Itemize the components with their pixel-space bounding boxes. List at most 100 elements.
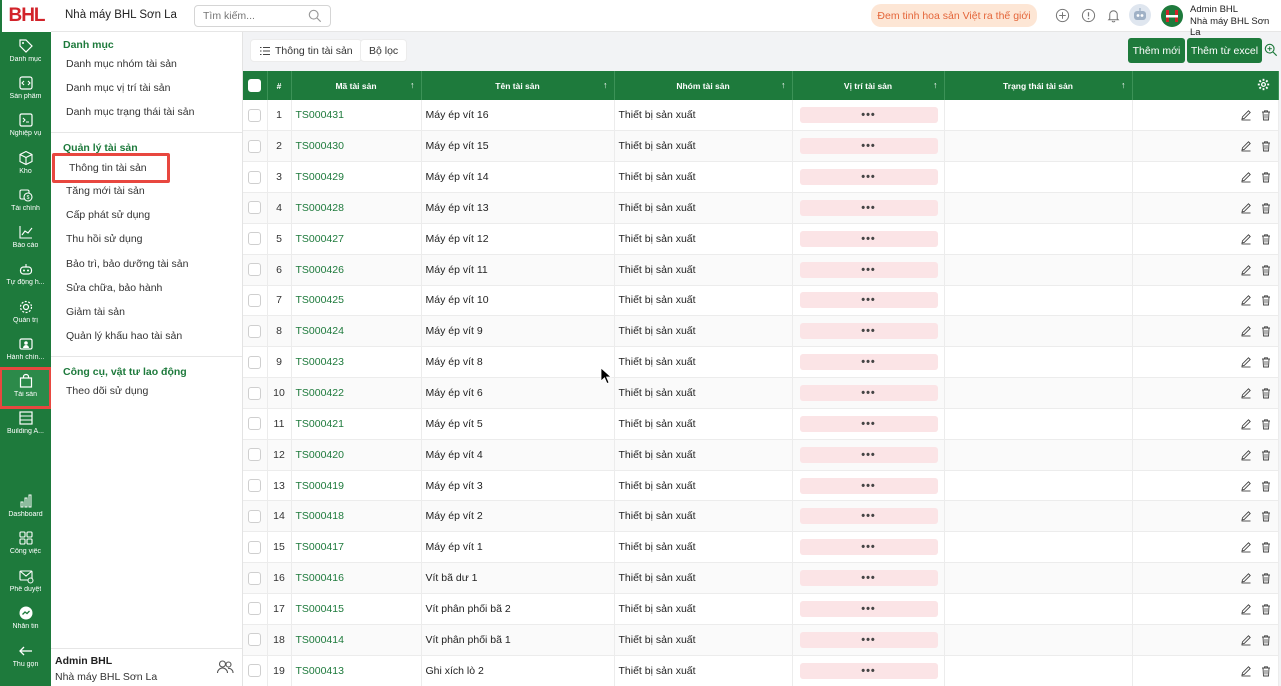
trash-icon[interactable]: [1260, 140, 1272, 152]
trash-icon[interactable]: [1260, 387, 1272, 399]
table-row[interactable]: 13 TS000419 Máy ép vít 3 Thiết bị sản xuất •…: [243, 470, 1279, 502]
location-pill[interactable]: •••: [799, 323, 938, 340]
asset-code-link[interactable]: TS000430: [291, 130, 422, 163]
asset-code-link[interactable]: TS000414: [291, 624, 422, 656]
row-select-cell[interactable]: [243, 562, 268, 594]
edit-icon[interactable]: [1240, 572, 1252, 584]
row-checkbox[interactable]: [248, 324, 262, 338]
location-pill[interactable]: •••: [799, 477, 938, 494]
search-icon[interactable]: [308, 9, 322, 23]
rail-item-grid[interactable]: Công việc: [2, 527, 49, 563]
asset-code-link[interactable]: TS000416: [291, 562, 422, 594]
asset-code-link[interactable]: TS000429: [291, 161, 422, 194]
row-select-cell[interactable]: [243, 500, 268, 533]
sort-arrow-icon[interactable]: ↑: [1121, 80, 1126, 90]
row-select-cell[interactable]: [243, 377, 268, 409]
zoom-in-icon[interactable]: [1264, 43, 1278, 57]
col-code[interactable]: Mã tài sản ↑: [291, 71, 422, 100]
row-checkbox[interactable]: [248, 602, 262, 616]
asset-code-link[interactable]: TS000428: [291, 192, 422, 224]
trash-icon[interactable]: [1260, 572, 1272, 584]
edit-icon[interactable]: [1240, 171, 1252, 183]
asset-code-link[interactable]: TS000422: [291, 377, 422, 409]
location-pill[interactable]: •••: [799, 508, 938, 525]
row-checkbox[interactable]: [248, 479, 262, 493]
location-pill[interactable]: •••: [799, 631, 938, 648]
rail-item-mail-check[interactable]: Phê duyệt: [2, 565, 49, 601]
edit-icon[interactable]: [1240, 418, 1252, 430]
table-row[interactable]: 1 TS000431 Máy ép vít 16 Thiết bị sản xuất •…: [243, 100, 1279, 132]
row-checkbox[interactable]: [248, 170, 262, 184]
nav-link[interactable]: Danh mục trạng thái tài sản: [66, 106, 194, 118]
asset-code-link[interactable]: TS000420: [291, 439, 422, 471]
trash-icon[interactable]: [1260, 356, 1272, 368]
asset-code-link[interactable]: TS000425: [291, 285, 422, 317]
edit-icon[interactable]: [1240, 109, 1252, 121]
edit-icon[interactable]: [1240, 634, 1252, 646]
edit-icon[interactable]: [1240, 510, 1252, 522]
rail-item-finance[interactable]: $ Tài chính: [2, 184, 49, 220]
table-row[interactable]: 12 TS000420 Máy ép vít 4 Thiết bị sản xuất •…: [243, 439, 1279, 471]
asset-code-link[interactable]: TS000427: [291, 223, 422, 255]
add-new-button[interactable]: Thêm mới: [1128, 38, 1185, 63]
nav-link[interactable]: Tăng mới tài sản: [66, 185, 145, 197]
col-group[interactable]: Nhóm tài sản ↑: [614, 71, 793, 100]
import-excel-button[interactable]: Thêm từ excel: [1187, 38, 1262, 63]
nav-link[interactable]: Danh mục vị trí tài sản: [66, 82, 170, 94]
col-settings[interactable]: [1132, 71, 1279, 100]
trash-icon[interactable]: [1260, 541, 1272, 553]
edit-icon[interactable]: [1240, 387, 1252, 399]
location-pill[interactable]: •••: [799, 107, 938, 124]
location-pill[interactable]: •••: [799, 199, 938, 216]
nav-link[interactable]: Thu hồi sử dụng: [66, 233, 143, 245]
trash-icon[interactable]: [1260, 449, 1272, 461]
table-row[interactable]: 4 TS000428 Máy ép vít 13 Thiết bị sản xuất •…: [243, 192, 1279, 224]
row-checkbox[interactable]: [248, 386, 262, 400]
trash-icon[interactable]: [1260, 264, 1272, 276]
nav-link[interactable]: Giảm tài sản: [66, 306, 125, 318]
rail-item-id-card[interactable]: Hành chín...: [2, 333, 49, 369]
location-pill[interactable]: •••: [799, 261, 938, 278]
row-checkbox[interactable]: [248, 448, 262, 462]
select-all-cell[interactable]: [243, 71, 268, 100]
nav-link[interactable]: Danh mục nhóm tài sản: [66, 58, 177, 70]
row-select-cell[interactable]: [243, 100, 268, 132]
trash-icon[interactable]: [1260, 418, 1272, 430]
location-pill[interactable]: •••: [799, 539, 938, 556]
table-row[interactable]: 6 TS000426 Máy ép vít 11 Thiết bị sản xuất •…: [243, 254, 1279, 286]
rail-item-robot[interactable]: Tự động h...: [2, 258, 49, 294]
row-select-cell[interactable]: [243, 408, 268, 440]
table-row[interactable]: 16 TS000416 Vít bã dư 1 Thiết bị sản xuất ••…: [243, 562, 1279, 594]
row-checkbox[interactable]: [248, 509, 262, 523]
rail-item-tag[interactable]: Danh mục: [2, 35, 49, 71]
row-select-cell[interactable]: [243, 254, 268, 286]
row-select-cell[interactable]: [243, 624, 268, 656]
trash-icon[interactable]: [1260, 480, 1272, 492]
table-row[interactable]: 15 TS000417 Máy ép vít 1 Thiết bị sản xuất •…: [243, 531, 1279, 564]
table-row[interactable]: 3 TS000429 Máy ép vít 14 Thiết bị sản xuất •…: [243, 161, 1279, 194]
asset-code-link[interactable]: TS000423: [291, 346, 422, 379]
row-select-cell[interactable]: [243, 223, 268, 255]
col-name[interactable]: Tên tài sản ↑: [421, 71, 615, 100]
row-checkbox[interactable]: [248, 232, 262, 246]
sort-arrow-icon[interactable]: ↑: [410, 80, 415, 90]
asset-code-link[interactable]: TS000424: [291, 315, 422, 348]
location-pill[interactable]: •••: [799, 446, 938, 463]
add-circle-icon[interactable]: [1055, 8, 1070, 23]
row-select-cell[interactable]: [243, 161, 268, 194]
table-row[interactable]: 18 TS000414 Vít phân phối bã 1 Thiết bị sản…: [243, 624, 1279, 656]
row-checkbox[interactable]: [248, 633, 262, 647]
rail-item-bag[interactable]: Tài sản: [0, 367, 52, 409]
row-checkbox[interactable]: [248, 263, 262, 277]
edit-icon[interactable]: [1240, 665, 1252, 677]
bot-avatar[interactable]: [1129, 4, 1151, 26]
gear-icon[interactable]: [1257, 78, 1270, 91]
nav-link[interactable]: Thông tin tài sản: [52, 153, 170, 183]
table-row[interactable]: 10 TS000422 Máy ép vít 6 Thiết bị sản xuất •…: [243, 377, 1279, 409]
tab-asset-info[interactable]: Thông tin tài sản: [250, 39, 362, 62]
location-pill[interactable]: •••: [799, 292, 938, 309]
edit-icon[interactable]: [1240, 603, 1252, 615]
row-checkbox[interactable]: [248, 540, 262, 554]
asset-code-link[interactable]: TS000419: [291, 470, 422, 502]
trash-icon[interactable]: [1260, 202, 1272, 214]
